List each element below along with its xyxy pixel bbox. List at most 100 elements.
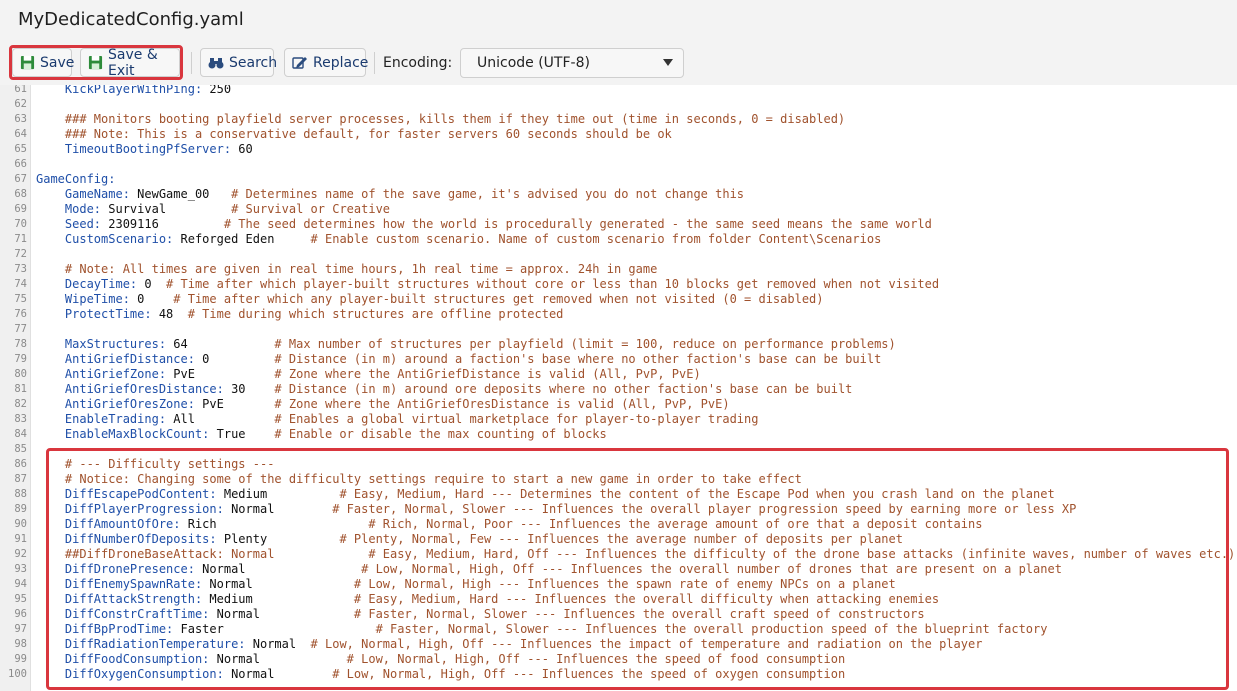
code-line: 77 bbox=[0, 322, 1237, 337]
line-number: 87 bbox=[14, 473, 27, 485]
line-number: 93 bbox=[14, 563, 27, 575]
code-text: KickPlayerWithPing: 250 bbox=[36, 85, 231, 97]
code-text: TimeoutBootingPfServer: 60 bbox=[36, 142, 253, 157]
code-line: 61 KickPlayerWithPing: 250 bbox=[0, 85, 1237, 97]
line-number: 85 bbox=[14, 443, 27, 455]
yaml-key: GameConfig: bbox=[36, 172, 116, 186]
line-number: 81 bbox=[14, 383, 27, 395]
toolbar: Save Save & Exit Search Replace Encoding… bbox=[0, 42, 1237, 86]
code-line: 78 MaxStructures: 64 # Max number of str… bbox=[0, 337, 1237, 352]
yaml-key: Seed: bbox=[36, 217, 102, 231]
search-label: Search bbox=[229, 54, 278, 71]
title-bar: MyDedicatedConfig.yaml bbox=[0, 0, 1237, 42]
yaml-key: EnableTrading: bbox=[36, 412, 167, 426]
line-number: 70 bbox=[14, 218, 27, 230]
code-text: AntiGriefDistance: 0 # Distance (in m) a… bbox=[36, 352, 881, 367]
yaml-comment: # Distance (in m) around a faction's bas… bbox=[209, 352, 882, 366]
code-text: AntiGriefOresZone: PvE # Zone where the … bbox=[36, 397, 730, 412]
yaml-value: 64 bbox=[166, 337, 188, 351]
binoculars-icon bbox=[208, 56, 224, 70]
difficulty-settings-highlight bbox=[46, 448, 1229, 690]
line-number: 73 bbox=[14, 263, 27, 275]
line-number: 94 bbox=[14, 578, 27, 590]
code-line: 83 EnableTrading: All # Enables a global… bbox=[0, 412, 1237, 427]
yaml-value: PvE bbox=[194, 397, 224, 411]
code-line: 69 Mode: Survival # Survival or Creative bbox=[0, 202, 1237, 217]
line-number: 67 bbox=[14, 173, 27, 185]
line-number: 86 bbox=[14, 458, 27, 470]
code-line: 62 bbox=[0, 97, 1237, 112]
code-line: 70 Seed: 2309116 # The seed determines h… bbox=[0, 217, 1237, 232]
line-number: 90 bbox=[14, 518, 27, 530]
replace-label: Replace bbox=[313, 54, 369, 71]
code-text: # Note: All times are given in real time… bbox=[36, 262, 657, 277]
code-line: 84 EnableMaxBlockCount: True # Enable or… bbox=[0, 427, 1237, 442]
yaml-value: Reforged Eden bbox=[173, 232, 275, 246]
yaml-comment: # Zone where the AntiGriefOresDistance i… bbox=[223, 397, 730, 411]
save-buttons-highlight bbox=[9, 45, 183, 80]
yaml-key: EnableMaxBlockCount: bbox=[36, 427, 210, 441]
line-number: 75 bbox=[14, 293, 27, 305]
line-number: 80 bbox=[14, 368, 27, 380]
toolbar-separator bbox=[374, 52, 375, 74]
replace-button[interactable]: Replace bbox=[284, 48, 369, 77]
yaml-comment: ### Note: This is a conservative default… bbox=[36, 127, 672, 141]
line-number: 66 bbox=[14, 158, 27, 170]
yaml-comment: # Time after which any player-built stru… bbox=[144, 292, 824, 306]
yaml-value: 48 bbox=[151, 307, 174, 321]
line-number: 92 bbox=[14, 548, 27, 560]
yaml-key: TimeoutBootingPfServer: bbox=[36, 142, 232, 156]
line-number: 89 bbox=[14, 503, 27, 515]
yaml-value: True bbox=[209, 427, 246, 441]
code-line: 75 WipeTime: 0 # Time after which any pl… bbox=[0, 292, 1237, 307]
yaml-key: DecayTime: bbox=[36, 277, 138, 291]
yaml-value: 0 bbox=[129, 292, 145, 306]
line-number: 84 bbox=[14, 428, 27, 440]
line-number: 78 bbox=[14, 338, 27, 350]
code-text: GameName: NewGame_00 # Determines name o… bbox=[36, 187, 744, 202]
line-number: 82 bbox=[14, 398, 27, 410]
code-line: 66 bbox=[0, 157, 1237, 172]
code-text: EnableTrading: All # Enables a global vi… bbox=[36, 412, 759, 427]
code-line: 67 GameConfig: bbox=[0, 172, 1237, 187]
yaml-comment: # Enable custom scenario. Name of custom… bbox=[274, 232, 882, 246]
code-line: 63 ### Monitors booting playfield server… bbox=[0, 112, 1237, 127]
line-number: 69 bbox=[14, 203, 27, 215]
line-number: 61 bbox=[14, 85, 27, 95]
yaml-key: WipeTime: bbox=[36, 292, 130, 306]
yaml-value: 0 bbox=[137, 277, 152, 291]
yaml-value: Survival bbox=[101, 202, 167, 216]
yaml-value: All bbox=[166, 412, 195, 426]
yaml-comment: # Note: All times are given in real time… bbox=[36, 262, 658, 276]
line-number: 79 bbox=[14, 353, 27, 365]
yaml-value: 60 bbox=[231, 142, 253, 156]
line-number: 91 bbox=[14, 533, 27, 545]
line-number: 83 bbox=[14, 413, 27, 425]
yaml-comment: # Time after which player-built structur… bbox=[151, 277, 940, 291]
yaml-value: PvE bbox=[166, 367, 195, 381]
yaml-comment: # Enables a global virtual marketplace f… bbox=[194, 412, 759, 426]
encoding-label: Encoding: bbox=[383, 55, 453, 71]
code-editor[interactable]: 61 KickPlayerWithPing: 250 62 63 ### Monit… bbox=[0, 85, 1237, 691]
encoding-select[interactable]: Unicode (UTF-8) bbox=[460, 48, 684, 78]
yaml-key: Mode: bbox=[36, 202, 102, 216]
line-number: 74 bbox=[14, 278, 27, 290]
code-line: 74 DecayTime: 0 # Time after which playe… bbox=[0, 277, 1237, 292]
line-number: 88 bbox=[14, 488, 27, 500]
code-line: 76 ProtectTime: 48 # Time during which s… bbox=[0, 307, 1237, 322]
code-text: EnableMaxBlockCount: True # Enable or di… bbox=[36, 427, 607, 442]
yaml-key: AntiGriefZone: bbox=[36, 367, 167, 381]
yaml-value: 0 bbox=[194, 352, 210, 366]
yaml-comment: # Enable or disable the max counting of … bbox=[245, 427, 607, 441]
code-text: AntiGriefOresDistance: 30 # Distance (in… bbox=[36, 382, 853, 397]
code-text: ### Note: This is a conservative default… bbox=[36, 127, 672, 142]
code-line: 79 AntiGriefDistance: 0 # Distance (in m… bbox=[0, 352, 1237, 367]
code-text: DecayTime: 0 # Time after which player-b… bbox=[36, 277, 939, 292]
yaml-key: KickPlayerWithPing: bbox=[36, 85, 203, 96]
yaml-comment: ### Monitors booting playfield server pr… bbox=[36, 112, 846, 126]
search-button[interactable]: Search bbox=[200, 48, 278, 77]
yaml-comment: # Survival or Creative bbox=[166, 202, 391, 216]
toolbar-separator bbox=[191, 52, 192, 74]
yaml-key: MaxStructures: bbox=[36, 337, 167, 351]
code-text: ### Monitors booting playfield server pr… bbox=[36, 112, 845, 127]
